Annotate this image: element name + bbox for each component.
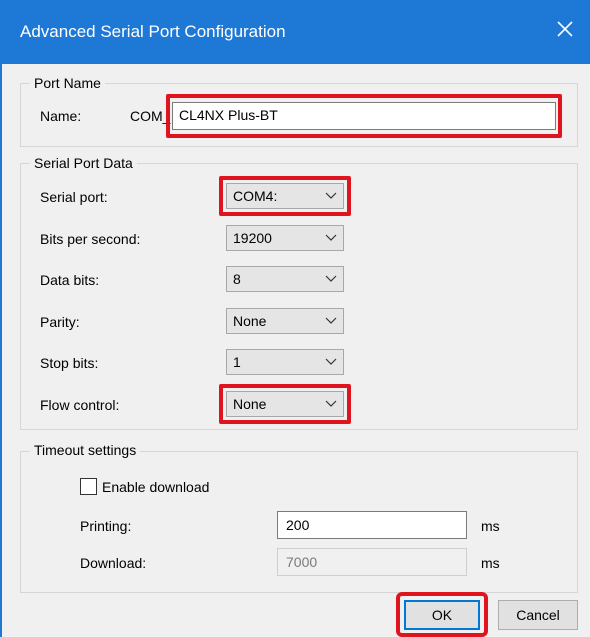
data-bits-value: 8 — [233, 271, 241, 287]
close-icon[interactable] — [550, 14, 580, 44]
printing-unit: ms — [481, 518, 500, 534]
stop-bits-label: Stop bits: — [40, 355, 99, 371]
highlight-port-name — [166, 94, 562, 138]
enable-download-checkbox[interactable] — [80, 478, 97, 495]
cancel-button[interactable]: Cancel — [498, 600, 578, 630]
bits-per-second-label: Bits per second: — [40, 231, 141, 247]
chevron-down-icon — [325, 275, 337, 282]
data-bits-select[interactable]: 8 — [226, 266, 344, 292]
data-bits-label: Data bits: — [40, 272, 100, 288]
name-label: Name: — [40, 108, 82, 124]
timeout-settings-legend: Timeout settings — [30, 442, 141, 458]
parity-label: Parity: — [40, 314, 80, 330]
printing-label: Printing: — [80, 518, 132, 534]
highlight-serial-port — [219, 176, 351, 216]
serial-port-label: Serial port: — [40, 189, 108, 205]
flow-control-label: Flow control: — [40, 397, 120, 413]
chevron-down-icon — [325, 358, 337, 365]
stop-bits-value: 1 — [233, 354, 241, 370]
parity-select[interactable]: None — [226, 308, 344, 334]
window-border — [0, 64, 2, 637]
highlight-flow-control — [219, 384, 351, 424]
highlight-ok-button — [396, 592, 488, 637]
stop-bits-select[interactable]: 1 — [226, 349, 344, 375]
download-value: 7000 — [286, 554, 318, 570]
enable-download-label[interactable]: Enable download — [102, 479, 209, 495]
chevron-down-icon — [325, 234, 337, 241]
printing-value: 200 — [286, 517, 310, 533]
com-prefix: COM_ — [130, 108, 171, 124]
window-title: Advanced Serial Port Configuration — [20, 22, 286, 41]
bits-per-second-value: 19200 — [233, 230, 272, 246]
title-bar: Advanced Serial Port Configuration — [0, 0, 590, 64]
download-input: 7000 — [277, 548, 467, 576]
bits-per-second-select[interactable]: 19200 — [226, 225, 344, 251]
serial-port-data-legend: Serial Port Data — [30, 155, 137, 171]
parity-value: None — [233, 313, 267, 329]
printing-input[interactable]: 200 — [277, 511, 467, 539]
chevron-down-icon — [325, 317, 337, 324]
download-label: Download: — [80, 555, 147, 571]
port-name-legend: Port Name — [30, 75, 105, 91]
download-unit: ms — [481, 555, 500, 571]
